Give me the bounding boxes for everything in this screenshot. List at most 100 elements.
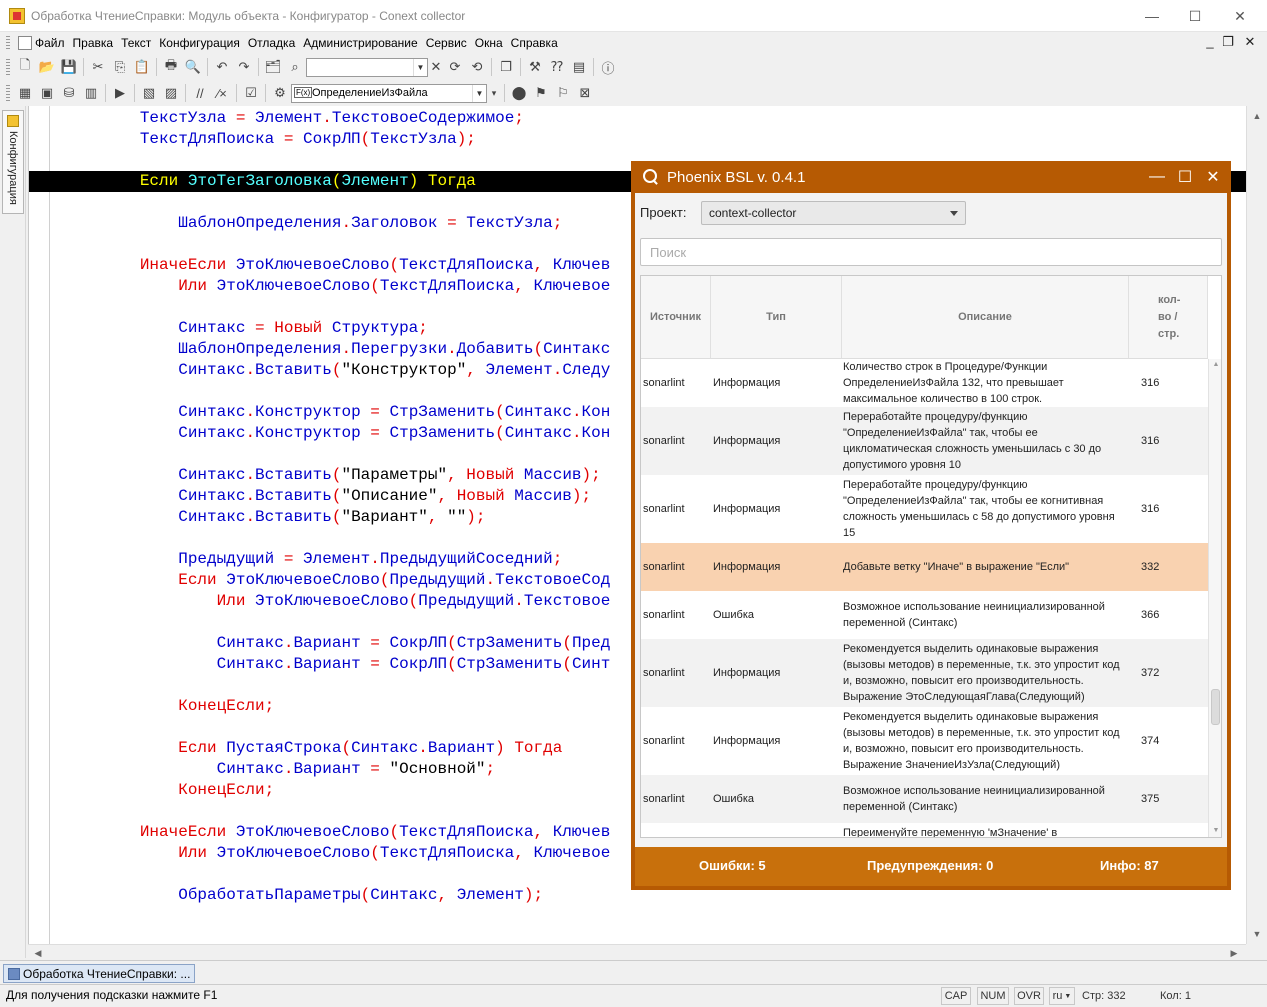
maximize-button[interactable]: ☐ <box>1172 0 1218 32</box>
cut-icon[interactable]: ✂ <box>87 56 109 78</box>
search-input[interactable]: Поиск <box>640 238 1222 266</box>
find-in-files-icon[interactable]: 🗂 <box>262 56 284 78</box>
chevron-down-icon[interactable]: ▾ <box>487 82 501 104</box>
code-token: Вариант <box>293 655 361 673</box>
configuration-tab[interactable]: Конфигурация <box>2 110 24 214</box>
menu-windows[interactable]: Окна <box>475 36 509 50</box>
scroll-left-icon[interactable]: ◀ <box>30 945 46 961</box>
menu-text[interactable]: Текст <box>121 36 157 50</box>
editor-vertical-scrollbar[interactable]: ▲ ▼ <box>1246 106 1267 944</box>
menu-administration[interactable]: Администрирование <box>303 36 423 50</box>
scroll-right-icon[interactable]: ▶ <box>1226 945 1242 961</box>
procedures-icon[interactable]: ⚙ <box>269 82 291 104</box>
uncomment-icon[interactable]: ⁄× <box>211 82 233 104</box>
mdi-restore-button[interactable]: ❐ <box>1219 34 1237 50</box>
mdi-minimize-button[interactable]: _ <box>1201 34 1219 49</box>
cell-description: Переработайте процедуру/функцию "Определ… <box>843 411 1102 471</box>
print-icon[interactable]: 🖶 <box>160 56 182 78</box>
project-select[interactable]: context-collector <box>701 201 966 225</box>
form-icon[interactable]: ▣ <box>36 82 58 104</box>
menu-edit[interactable]: Правка <box>73 36 120 50</box>
paste-icon[interactable]: 📋 <box>131 56 153 78</box>
bookmark-icon[interactable]: ⚑ <box>530 82 552 104</box>
table-row[interactable]: sonarlint Информация Переработайте процеду… <box>641 407 1208 475</box>
language-indicator[interactable]: ru ▼ <box>1049 987 1075 1005</box>
undo-icon[interactable]: ↶ <box>211 56 233 78</box>
info-icon[interactable]: ⓘ <box>597 56 619 78</box>
table-row[interactable]: Переименуйте переменную 'мЗначение' в <box>641 823 1208 837</box>
column-header-count-line[interactable]: кол-во / стр. <box>1129 276 1208 359</box>
phoenix-maximize-button[interactable]: ☐ <box>1171 161 1199 193</box>
table-row[interactable]: sonarlint Информация Переработайте процеду… <box>641 475 1208 543</box>
table-row[interactable]: sonarlint Информация Рекомендуется выделит… <box>641 639 1208 707</box>
procedure-combo[interactable]: F(x) ОпределениеИзФайла ▼ <box>291 83 487 103</box>
table-row[interactable]: sonarlint Информация Количество строк в Пр… <box>641 359 1208 407</box>
bookmark-next-icon[interactable]: ⚐ <box>552 82 574 104</box>
column-header-type[interactable]: Тип <box>711 276 842 359</box>
close-button[interactable]: ✕ <box>1217 0 1263 32</box>
menu-debug[interactable]: Отладка <box>248 36 301 50</box>
block-icon[interactable]: ▧ <box>138 82 160 104</box>
column-header-source[interactable]: Источник <box>641 276 711 359</box>
breakpoint-icon[interactable]: ⬤ <box>508 82 530 104</box>
code-line[interactable]: ТекстДляПоиска = СокрЛП(ТекстУзла); <box>63 129 1246 150</box>
redo-icon[interactable]: ↷ <box>233 56 255 78</box>
code-token: Синтакс <box>178 508 246 526</box>
table-icon[interactable]: ▥ <box>80 82 102 104</box>
chevron-down-icon[interactable]: ▼ <box>413 58 427 76</box>
table-row[interactable]: sonarlint Информация Рекомендуется выделит… <box>641 707 1208 775</box>
code-token: ПредыдущийСоседний <box>379 550 553 568</box>
module-icon[interactable]: ▦ <box>14 82 36 104</box>
syntax-assistant-icon[interactable]: ▤ <box>568 56 590 78</box>
copy-icon[interactable]: ⎘ <box>109 56 131 78</box>
syntax-helper-icon[interactable]: ⁇ <box>546 56 568 78</box>
run-debug-icon[interactable]: ▶ <box>109 82 131 104</box>
clear-search-icon[interactable]: ✕ <box>428 56 444 78</box>
scrollbar-thumb[interactable] <box>1211 689 1220 725</box>
find-next-icon[interactable]: ⟳ <box>444 56 466 78</box>
find-icon[interactable]: ⌕ <box>284 56 306 78</box>
unblock-icon[interactable]: ▨ <box>160 82 182 104</box>
mdi-close-button[interactable]: ✕ <box>1241 34 1259 50</box>
print-preview-icon[interactable]: 🔍 <box>182 56 204 78</box>
menu-service[interactable]: Сервис <box>426 36 473 50</box>
code-token: ; <box>552 214 563 232</box>
phoenix-close-button[interactable]: ✕ <box>1199 161 1227 193</box>
cell-source <box>643 823 709 837</box>
code-token: Конструктор <box>255 424 361 442</box>
minimize-button[interactable]: — <box>1129 0 1175 32</box>
menu-file[interactable]: Файл <box>18 36 71 50</box>
cell-description: Добавьте ветку "Иначе" в выражение "Если… <box>843 561 1070 573</box>
chevron-down-icon[interactable]: ▼ <box>472 84 486 102</box>
code-token: ИначеЕсли <box>139 256 236 274</box>
menu-help[interactable]: Справка <box>511 36 564 50</box>
wizard-icon[interactable]: ⚒ <box>524 56 546 78</box>
scroll-up-icon[interactable]: ▲ <box>1209 359 1221 371</box>
window-tab-module[interactable]: Обработка ЧтениеСправки: ... <box>3 964 196 983</box>
phoenix-minimize-button[interactable]: — <box>1143 161 1171 193</box>
table-row[interactable]: sonarlint Ошибка Возможное использование н… <box>641 591 1208 639</box>
scroll-down-icon[interactable]: ▼ <box>1209 825 1221 837</box>
scroll-down-icon[interactable]: ▼ <box>1247 926 1267 942</box>
search-combo[interactable]: ▼ <box>306 57 428 77</box>
menu-bar: Файл Правка Текст Конфигурация Отладка А… <box>0 32 1267 54</box>
menu-configuration[interactable]: Конфигурация <box>159 36 246 50</box>
comment-icon[interactable]: // <box>189 82 211 104</box>
save-icon[interactable]: 💾 <box>58 56 80 78</box>
code-token: Заголовок <box>351 214 438 232</box>
editor-horizontal-scrollbar[interactable]: ◀ ▶ <box>28 944 1246 960</box>
table-row[interactable]: sonarlint Ошибка Возможное использование н… <box>641 775 1208 823</box>
bookmark-clear-icon[interactable]: ⊠ <box>574 82 596 104</box>
scroll-up-icon[interactable]: ▲ <box>1247 108 1267 124</box>
window-list-icon[interactable]: ❐ <box>495 56 517 78</box>
issues-scrollbar[interactable]: ▲ ▼ <box>1208 359 1221 837</box>
database-icon[interactable]: ⛁ <box>58 82 80 104</box>
open-folder-icon[interactable]: 📂 <box>36 56 58 78</box>
code-line[interactable]: ТекстУзла = Элемент.ТекстовоеСодержимое; <box>63 108 1246 129</box>
code-token: "Параметры" <box>341 466 448 484</box>
check-syntax-icon[interactable]: ☑ <box>240 82 262 104</box>
column-header-description[interactable]: Описание <box>842 276 1129 359</box>
find-prev-icon[interactable]: ⟲ <box>466 56 488 78</box>
new-file-icon[interactable]: 🗋 <box>14 56 36 78</box>
table-row[interactable]: sonarlint Информация Добавьте ветку "Иначе… <box>641 543 1208 591</box>
